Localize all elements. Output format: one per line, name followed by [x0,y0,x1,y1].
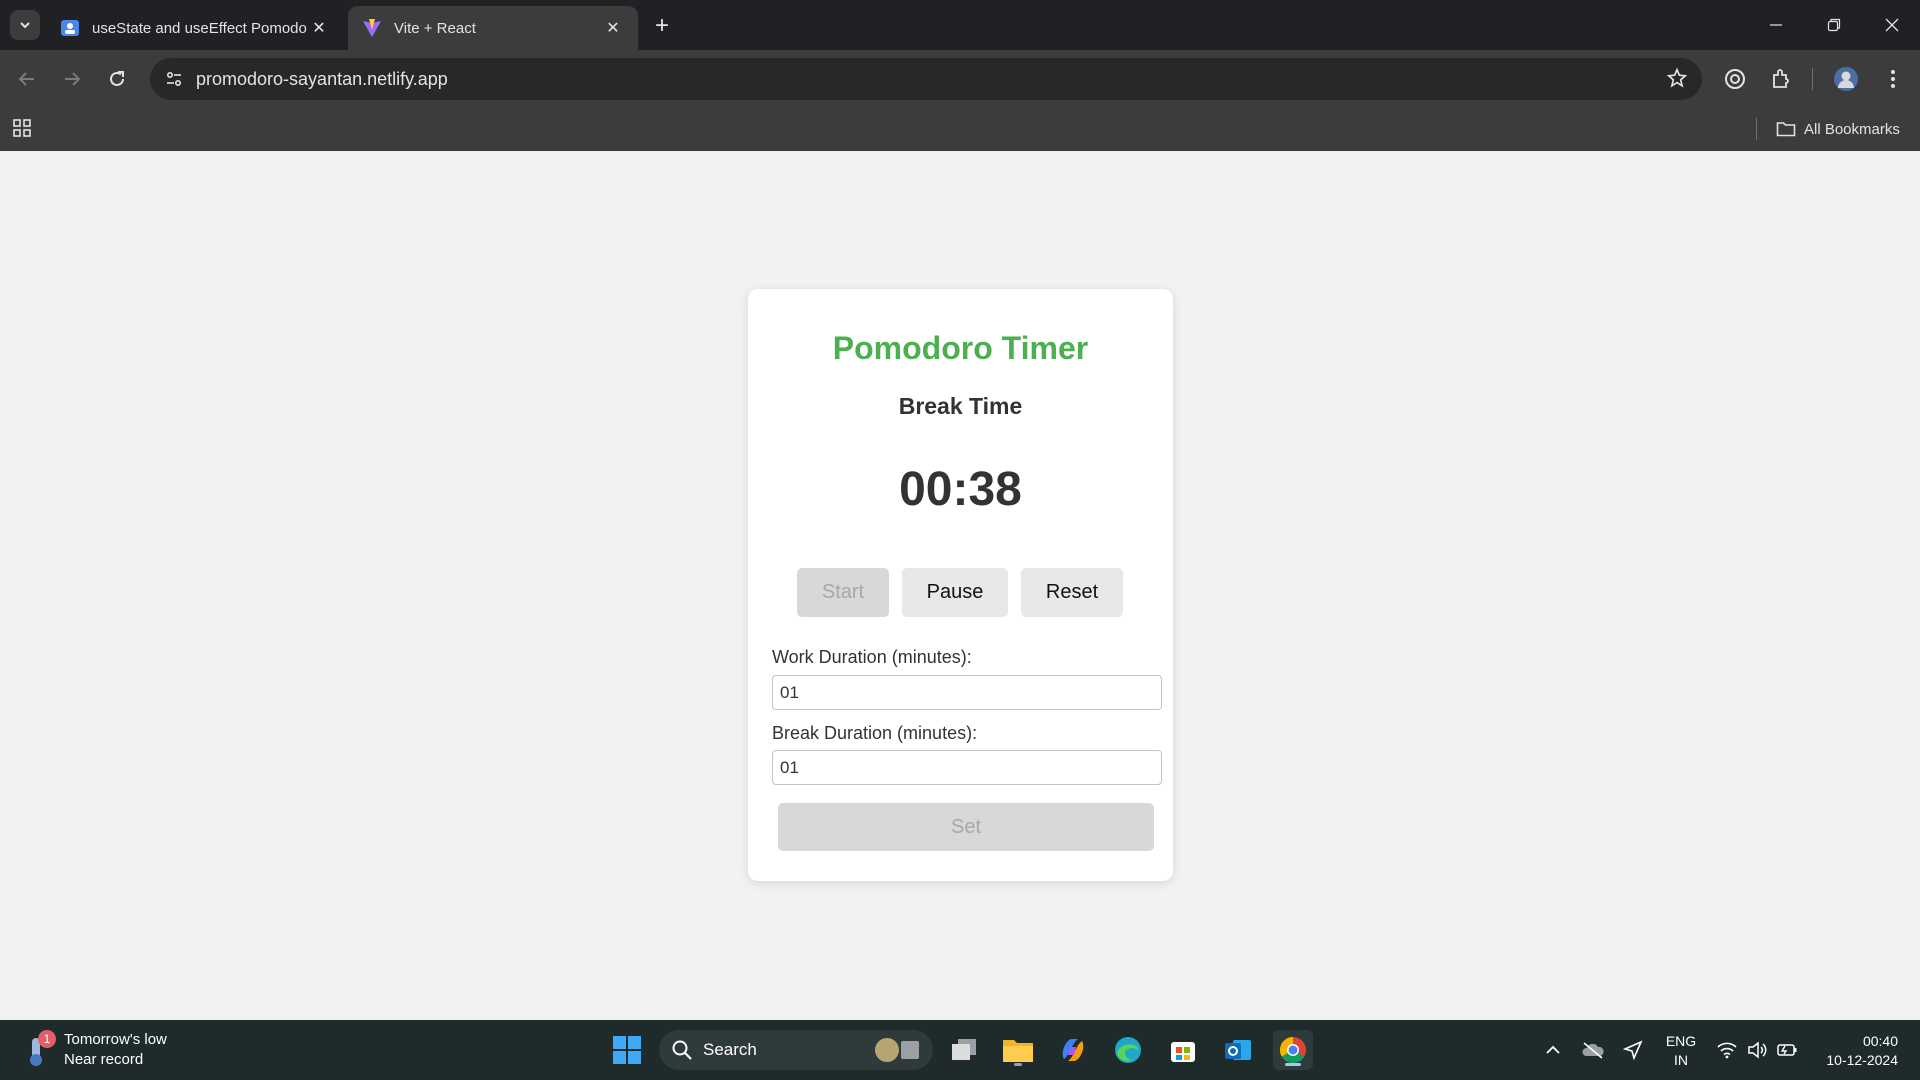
break-duration-input[interactable] [772,750,1162,785]
thermometer-icon: 1 [20,1030,60,1070]
copilot-icon[interactable] [1053,1030,1093,1070]
back-button[interactable] [10,62,44,96]
chevron-down-icon [20,22,30,29]
google-lens-icon[interactable] [1720,64,1750,94]
pomodoro-card: Pomodoro Timer Break Time 00:38 Start Pa… [748,289,1173,881]
start-button[interactable]: Start [797,568,889,617]
language-line1: ENG [1665,1033,1697,1049]
onedrive-offline-icon[interactable] [1580,1036,1606,1064]
tab-vite-react[interactable]: Vite + React ✕ [348,6,638,50]
bookmark-star-icon[interactable] [1666,67,1690,91]
address-bar[interactable]: promodoro-sayantan.netlify.app [150,58,1702,100]
close-icon[interactable]: ✕ [602,17,624,39]
language-line2: IN [1674,1052,1688,1068]
folder-icon [1776,122,1796,137]
back-arrow-icon [18,72,34,86]
vite-favicon-icon [362,18,382,38]
app-title: Pomodoro Timer [832,330,1089,366]
location-icon[interactable] [1620,1036,1646,1064]
weather-badge: 1 [38,1030,56,1048]
work-duration-label: Work Duration (minutes): [772,647,972,667]
wifi-icon[interactable] [1714,1036,1740,1064]
clock-date: 10-12-2024 [1826,1052,1898,1068]
reset-button[interactable]: Reset [1021,568,1123,617]
all-bookmarks-button[interactable]: All Bookmarks [1776,116,1900,142]
input-language[interactable]: ENG IN [1662,1032,1700,1070]
browser-toolbar: promodoro-sayantan.netlify.app [0,50,1920,108]
taskbar-search[interactable]: Search [659,1030,933,1070]
site-info-icon[interactable] [158,63,190,95]
show-hidden-icons-chevron-up-icon[interactable] [1540,1036,1566,1064]
bookmarks-divider [1756,118,1757,140]
all-bookmarks-label: All Bookmarks [1804,120,1900,138]
browser-tabstrip: useState and useEffect Pomodo ✕ Vite + R… [0,0,1920,50]
search-label: Search [703,1040,757,1059]
tab-title: Vite + React [394,19,476,37]
profile-avatar[interactable] [1831,64,1861,94]
pause-button[interactable]: Pause [902,568,1008,617]
system-clock[interactable]: 00:40 10-12-2024 [1810,1032,1898,1070]
search-icon [672,1040,692,1060]
outlook-icon[interactable] [1218,1030,1258,1070]
close-icon [1885,18,1899,32]
browser-menu-icon[interactable] [1878,64,1908,94]
search-highlight-icon [875,1038,919,1062]
apps-grid-icon[interactable] [12,117,36,141]
set-button[interactable]: Set [778,803,1154,851]
forward-button[interactable] [55,62,89,96]
tab-pomodoro-doc[interactable]: useState and useEffect Pomodo ✕ [46,6,344,50]
minimize-button[interactable] [1748,0,1804,50]
volume-icon[interactable] [1744,1036,1770,1064]
url-text: promodoro-sayantan.netlify.app [196,69,448,89]
close-icon[interactable]: ✕ [308,17,330,39]
windows-taskbar: 1 Tomorrow's low Near record Search ENG … [0,1020,1920,1080]
file-explorer-icon[interactable] [998,1030,1038,1070]
battery-icon[interactable] [1774,1036,1800,1064]
classroom-favicon-icon [60,18,80,38]
tab-search-button[interactable] [10,10,40,40]
weather-line1: Tomorrow's low [64,1031,167,1048]
break-duration-label: Break Duration (minutes): [772,723,978,743]
reload-icon [110,71,124,86]
page-viewport: Pomodoro Timer Break Time 00:38 Start Pa… [0,151,1920,1020]
start-icon[interactable] [607,1030,647,1070]
store-icon[interactable] [1163,1030,1203,1070]
active-indicator [1285,1063,1301,1066]
timer-display: 00:38 [899,463,1022,516]
new-tab-button[interactable]: + [648,12,676,40]
edge-icon[interactable] [1108,1030,1148,1070]
weather-line2: Near record [64,1051,144,1068]
restore-icon [1827,18,1841,32]
bookmarks-bar: All Bookmarks [0,108,1920,151]
minimize-icon [1770,24,1782,26]
clock-time: 00:40 [1862,1033,1898,1049]
restore-button[interactable] [1806,0,1862,50]
timer-mode: Break Time [898,393,1023,419]
tab-title: useState and useEffect Pomodo [92,19,307,37]
chrome-icon[interactable] [1273,1030,1313,1070]
reload-button[interactable] [100,62,134,96]
forward-arrow-icon [65,72,81,86]
extensions-icon[interactable] [1766,64,1796,94]
open-indicator [1014,1063,1022,1066]
work-duration-input[interactable] [772,675,1162,710]
close-window-button[interactable] [1864,0,1920,50]
weather-widget[interactable]: 1 Tomorrow's low Near record [20,1028,167,1072]
toolbar-divider [1812,68,1813,90]
task-view-icon[interactable] [944,1030,984,1070]
